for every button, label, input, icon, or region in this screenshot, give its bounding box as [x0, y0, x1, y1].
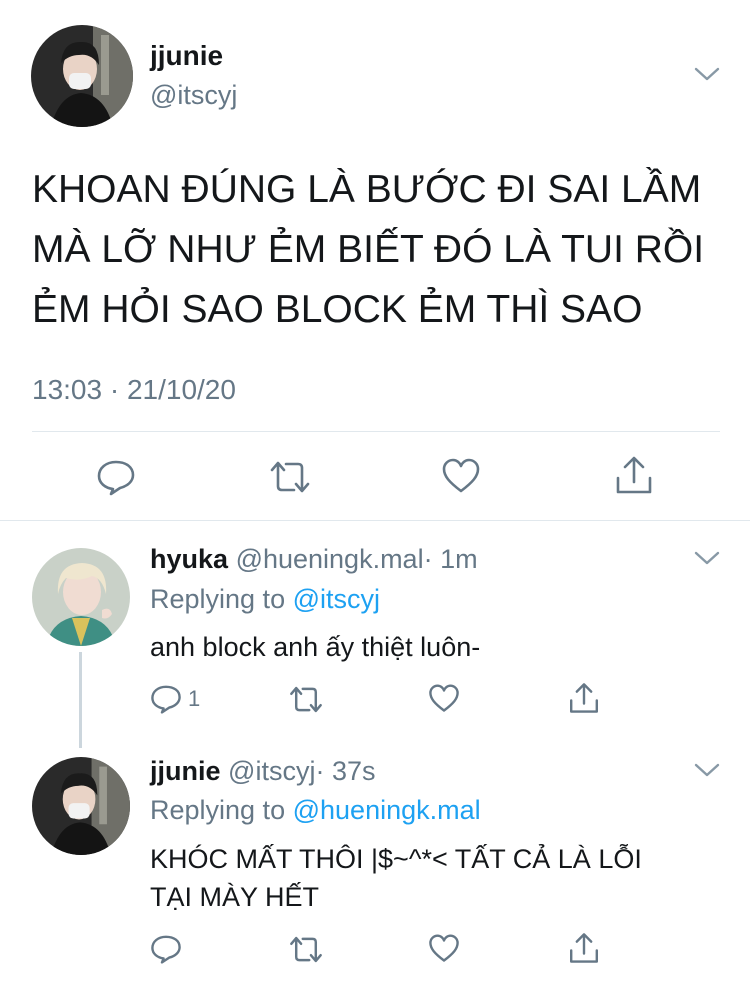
- like-button[interactable]: [428, 934, 460, 963]
- retweet-icon: [290, 686, 322, 713]
- tweet-text-line: ẺM HỎI SAO BLOCK ẺM THÌ SAO: [32, 288, 643, 331]
- reply-text-line: TẠI MÀY HẾT: [150, 882, 320, 912]
- divider: [32, 431, 720, 432]
- reply-button[interactable]: [150, 932, 182, 964]
- retweet-button[interactable]: [268, 458, 312, 496]
- author-avatar[interactable]: [31, 25, 133, 127]
- retweet-button[interactable]: [288, 684, 324, 715]
- share-icon: [616, 456, 652, 494]
- heart-icon: [442, 458, 480, 493]
- reply-header: jjunie @itscyj· 37s: [150, 756, 375, 787]
- speech-bubble-icon: [151, 935, 181, 964]
- replying-to: Replying to @itscyj: [150, 584, 380, 615]
- chevron-down-icon: [694, 763, 720, 777]
- reply-header: hyuka @hueningk.mal· 1m: [150, 544, 478, 575]
- retweet-button[interactable]: [288, 934, 324, 965]
- replying-mention[interactable]: @itscyj: [293, 584, 380, 614]
- speech-bubble-icon: [151, 685, 181, 714]
- share-button[interactable]: [568, 681, 600, 715]
- speech-bubble-icon: [97, 460, 135, 496]
- more-button[interactable]: [694, 550, 720, 571]
- chevron-down-icon: [694, 67, 720, 81]
- heart-icon: [429, 934, 459, 962]
- author-name[interactable]: jjunie: [150, 40, 223, 72]
- reply-author-name[interactable]: jjunie: [150, 756, 221, 786]
- reply-button[interactable]: [150, 682, 182, 714]
- tweet-timestamp[interactable]: 13:03 · 21/10/20: [32, 374, 236, 406]
- share-icon: [570, 933, 598, 963]
- replying-label: Replying to: [150, 584, 286, 614]
- reply-button[interactable]: [96, 456, 136, 496]
- retweet-icon: [270, 461, 310, 493]
- reply-text-line: KHÓC MẤT THÔI |$~^*< TẤT CẢ LÀ LỖI: [150, 844, 642, 874]
- retweet-icon: [290, 936, 322, 963]
- reply-text-line: anh block anh ấy thiệt luôn-: [150, 632, 481, 662]
- reply-time: · 37s: [315, 756, 376, 786]
- share-button[interactable]: [614, 454, 654, 496]
- reply-avatar[interactable]: [32, 757, 130, 855]
- replying-label: Replying to: [150, 795, 286, 825]
- reply-count: 1: [188, 686, 201, 711]
- thread-line: [79, 652, 82, 748]
- tweet-text-line: KHOAN ĐÚNG LÀ BƯỚC ĐI SAI LẦM: [32, 168, 702, 211]
- reply-author-name[interactable]: hyuka: [150, 544, 228, 574]
- heart-icon: [429, 684, 459, 712]
- like-button[interactable]: [428, 684, 460, 713]
- reply-avatar[interactable]: [32, 548, 130, 646]
- reply-author-handle[interactable]: @hueningk.mal: [236, 544, 424, 574]
- reply-text: KHÓC MẤT THÔI |$~^*< TẤT CẢ LÀ LỖI TẠI M…: [150, 840, 642, 916]
- like-button[interactable]: [441, 458, 481, 494]
- divider: [0, 520, 750, 521]
- reply-author-handle[interactable]: @itscyj: [228, 756, 315, 786]
- more-button[interactable]: [694, 762, 720, 783]
- author-handle[interactable]: @itscyj: [150, 80, 237, 111]
- tweet-text-line: MÀ LỠ NHƯ ẺM BIẾT ĐÓ LÀ TUI RỒI: [32, 228, 705, 271]
- chevron-down-icon: [694, 551, 720, 565]
- share-button[interactable]: [568, 931, 600, 965]
- replying-mention[interactable]: @hueningk.mal: [293, 795, 481, 825]
- share-icon: [570, 683, 598, 713]
- more-button[interactable]: [694, 66, 720, 87]
- reply-text: anh block anh ấy thiệt luôn-: [150, 628, 480, 666]
- reply-time: · 1m: [423, 544, 478, 574]
- tweet-text: KHOAN ĐÚNG LÀ BƯỚC ĐI SAI LẦM MÀ LỠ NHƯ …: [32, 160, 722, 340]
- replying-to: Replying to @hueningk.mal: [150, 795, 481, 826]
